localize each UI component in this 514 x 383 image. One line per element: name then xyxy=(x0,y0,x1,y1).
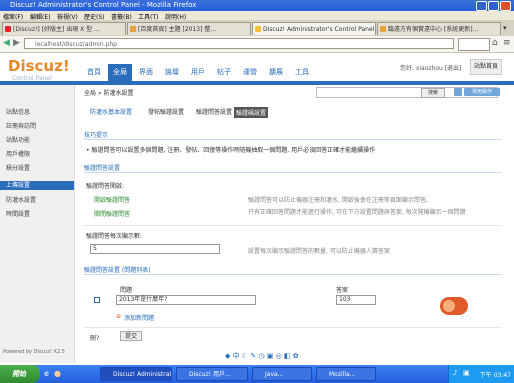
quick-action-button[interactable]: 常用操作 xyxy=(464,88,500,96)
window-title: Discuz! Administrator's Control Panel - … xyxy=(10,1,197,9)
divider xyxy=(84,274,502,275)
maximize-button[interactable] xyxy=(488,1,499,11)
tab-list-icon[interactable]: ▾ xyxy=(503,24,507,32)
nav-tab-operation[interactable]: 運營 xyxy=(238,64,262,81)
back-icon[interactable]: ◀ xyxy=(3,38,10,48)
nav-tab-home[interactable]: 首頁 xyxy=(82,64,106,81)
system-tray: ♪ ▣ 下午 03:47 xyxy=(448,365,514,383)
user-info[interactable]: 您好, xiaozhou [退出] xyxy=(400,63,461,72)
breadcrumb: 全局 » 防灌水設置 xyxy=(84,90,134,97)
floating-helper-button[interactable] xyxy=(440,297,468,315)
count-input[interactable]: 5 xyxy=(90,244,220,254)
nav-tab-style[interactable]: 界面 xyxy=(134,64,158,81)
favicon-icon xyxy=(255,26,261,32)
tips-heading: 技巧提示 xyxy=(84,132,109,139)
nav-tab-forum[interactable]: 論壇 xyxy=(160,64,184,81)
row-checkbox[interactable] xyxy=(94,297,100,303)
favicon-icon xyxy=(380,26,386,32)
favicon-icon xyxy=(5,26,11,32)
home-icon[interactable]: ⌂ xyxy=(492,38,498,48)
site-home-button[interactable]: 站點首頁 xyxy=(470,59,502,75)
tips-text: • 驗證問答可以設置多個問題, 注冊、發帖、回復等操作時隨機抽取一個問題, 用戶… xyxy=(86,147,376,154)
search-button[interactable]: 搜索 xyxy=(421,88,445,98)
powered-by: Powered by Discuz! X2.5 xyxy=(3,349,65,355)
url-bar[interactable]: localhost/discuz/admin.php xyxy=(24,38,454,49)
delete-label: 刪? xyxy=(90,335,100,342)
sidebar-item[interactable]: 積分設置 xyxy=(6,163,30,172)
field-label: 驗證問答開啟: xyxy=(86,183,125,190)
close-button[interactable] xyxy=(500,1,511,11)
sidebar: 站點信息 註冊與訪問 站點功能 用戶權限 積分設置 上傳設置 防灌水設置 時間設… xyxy=(0,85,75,363)
browser-tab[interactable]: 臨遠方有個實遠中心 [系統更新]... xyxy=(377,22,501,35)
field-description: 設置每次顯示驗證問答的數量, 可以防止機器人猜答案 xyxy=(248,248,390,255)
search-input[interactable] xyxy=(458,38,490,51)
sidebar-item-active[interactable]: 上傳設置 xyxy=(0,181,74,190)
clock: 下午 03:47 xyxy=(479,372,511,379)
browser-tab[interactable]: [Discuz!] [好版主] 出現 X 型 ... xyxy=(2,22,126,35)
taskbar-item[interactable]: Discuz! Administrat... xyxy=(100,367,172,381)
avatar-icon xyxy=(443,300,455,312)
column-header: 問題 xyxy=(120,287,133,294)
forward-icon[interactable]: ▶ xyxy=(13,38,20,48)
browser-tab[interactable]: [百度首頁] 主題 [2013] 整... xyxy=(127,22,251,35)
field-description: 只有正確回答問題才能進行操作, 可在下方設置問題與答案, 每次隨機顯示一個問題 xyxy=(248,209,466,216)
logo: Discuz! xyxy=(8,57,70,75)
main-panel: 全局 » 防灌水設置 搜索 常用操作 防灌水基本設置 發帖驗證設置 驗證問答設置… xyxy=(76,85,506,363)
ime-toolbar[interactable]: ◆ 中 ☾ ✎ ◷ ▣ ◎ ◧ ✿ xyxy=(225,351,325,361)
browser-tab-active[interactable]: Discuz! Administrator's Control Panel xyxy=(252,22,376,35)
sidebar-item[interactable]: 站點信息 xyxy=(6,107,30,116)
nav-tab-extended[interactable]: 擴展 xyxy=(264,64,288,81)
field-label: 驗證問答每次顯示數: xyxy=(86,233,143,240)
subtab[interactable]: 防灌水基本設置 xyxy=(90,107,132,116)
sidebar-item[interactable]: 防灌水設置 xyxy=(6,195,36,204)
volume-icon[interactable]: ♪ xyxy=(453,369,457,377)
nav-tab-user[interactable]: 用戶 xyxy=(186,64,210,81)
add-icon: ⊕ xyxy=(116,313,122,320)
divider xyxy=(84,172,502,173)
nav-tab-post[interactable]: 帖子 xyxy=(212,64,236,81)
divider xyxy=(84,139,502,140)
navigation-bar: ◀ ▶ localhost/discuz/admin.php ⌂ ≡ xyxy=(0,36,514,53)
sidebar-item[interactable]: 註冊與訪問 xyxy=(6,121,36,130)
plus-icon[interactable] xyxy=(454,88,462,96)
section-heading: 驗證問答設置 (問題列表) xyxy=(84,267,151,274)
add-question-link[interactable]: 添加新問題 xyxy=(124,313,154,322)
taskbar-item[interactable]: Java... xyxy=(252,367,312,381)
browser-tabstrip: [Discuz!] [好版主] 出現 X 型 ... [百度首頁] 主題 [20… xyxy=(0,20,514,36)
sidebar-item[interactable]: 用戶權限 xyxy=(6,149,30,158)
start-button[interactable]: 開始 xyxy=(0,365,40,383)
network-icon[interactable]: ▣ xyxy=(463,369,470,377)
subtab[interactable]: 驗證問答設置 xyxy=(196,107,232,116)
sidebar-item[interactable]: 時間設置 xyxy=(6,209,30,218)
subtab[interactable]: 發帖驗證設置 xyxy=(148,107,184,116)
subtab-active[interactable]: 驗證碼設置 xyxy=(234,107,269,118)
nav-tab-global[interactable]: 全局 xyxy=(108,64,132,81)
admin-header: Discuz! Control Panel 首頁 全局 界面 論壇 用戶 帖子 … xyxy=(0,53,514,85)
section-heading: 驗證問答設置 xyxy=(84,165,121,172)
column-header: 答案 xyxy=(336,287,349,294)
sidebar-item[interactable]: 站點功能 xyxy=(6,135,30,144)
taskbar-item[interactable]: Mozilla... xyxy=(316,367,376,381)
taskbar: 開始 e ● Discuz! Administrat... Discuz! 用戶… xyxy=(0,365,514,383)
divider xyxy=(84,225,502,226)
question-input[interactable]: 2013年是什麼年? xyxy=(116,295,256,305)
minimize-button[interactable] xyxy=(476,1,487,11)
radio-option-disabled[interactable]: 關閉驗證問答 xyxy=(94,209,130,218)
window-titlebar: Discuz! Administrator's Control Panel - … xyxy=(0,0,514,11)
divider xyxy=(84,327,502,328)
favicon-icon xyxy=(130,26,136,32)
radio-option-enabled[interactable]: 開啟驗證問答 xyxy=(94,195,130,204)
field-description: 驗證問答可以防止機器注冊和灌水, 開啟後會在注冊等頁面顯示問答, xyxy=(248,197,428,204)
menu-icon[interactable]: ≡ xyxy=(503,38,511,48)
answer-input[interactable]: 103 xyxy=(336,295,376,305)
nav-tab-tools[interactable]: 工具 xyxy=(290,64,314,81)
submit-button[interactable]: 提交 xyxy=(120,331,142,341)
quicklaunch-ie-icon[interactable]: e xyxy=(44,369,49,378)
taskbar-item[interactable]: Discuz! 用戶... xyxy=(176,367,248,381)
logo-subtitle: Control Panel xyxy=(12,75,52,82)
quicklaunch-firefox-icon[interactable]: ● xyxy=(54,369,61,378)
